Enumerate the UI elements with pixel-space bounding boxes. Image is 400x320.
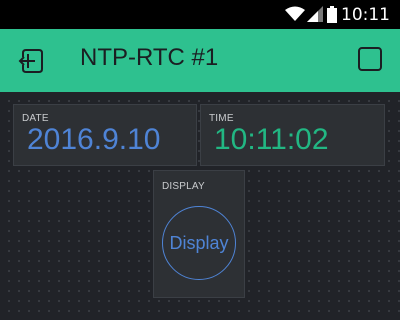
project-title: NTP-RTC #1: [80, 44, 219, 71]
dashboard-canvas: DATE 2016.9.10 TIME 10:11:02 DISPLAY Dis…: [0, 92, 400, 320]
signal-icon: [307, 6, 323, 26]
status-clock: 10:11: [341, 5, 390, 25]
display-button[interactable]: Display: [162, 206, 236, 280]
date-value: 2016.9.10: [27, 123, 161, 156]
date-widget[interactable]: DATE 2016.9.10: [13, 104, 197, 166]
status-bar: 10:11: [0, 0, 400, 29]
display-widget: DISPLAY Display: [153, 170, 245, 298]
wifi-icon: [285, 6, 305, 26]
exit-project-icon[interactable]: [17, 46, 47, 80]
display-label: DISPLAY: [162, 181, 205, 192]
time-value: 10:11:02: [214, 123, 329, 156]
time-widget[interactable]: TIME 10:11:02: [200, 104, 385, 166]
checkbox-icon[interactable]: [357, 46, 383, 76]
app-bar: NTP-RTC #1: [0, 29, 400, 92]
battery-icon: [327, 6, 337, 27]
